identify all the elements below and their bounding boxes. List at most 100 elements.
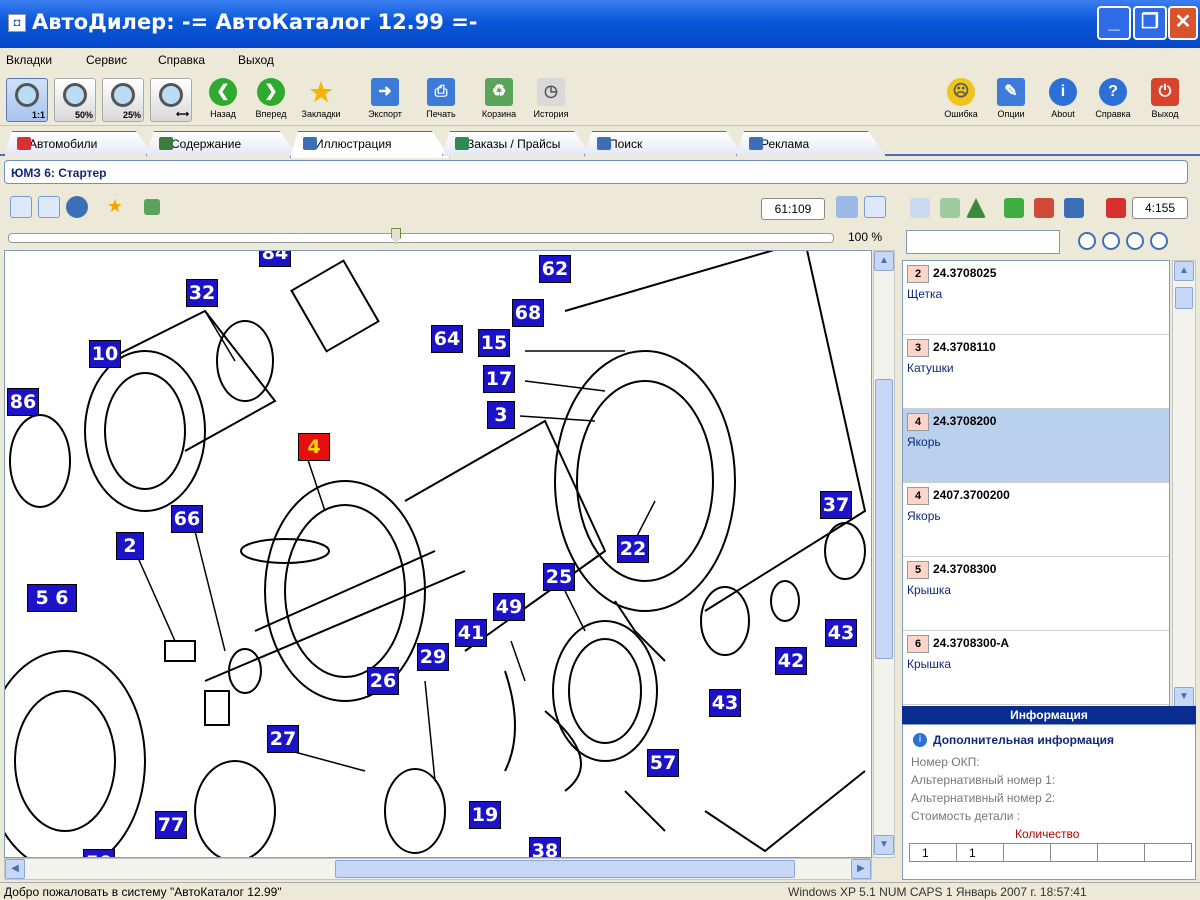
maximize-button[interactable]: ❐: [1133, 6, 1167, 40]
tab-cars[interactable]: Автомобили: [4, 131, 154, 156]
vertical-scroll-thumb[interactable]: [875, 379, 893, 659]
parts-list[interactable]: 2 24.3708025 Щетка 3 24.3708110 Катушки 4 24.…: [902, 260, 1170, 710]
illustration-canvas[interactable]: 84 32 10 86 4 66 2 5 6 62 68 64 15 17 3 …: [4, 250, 872, 858]
part-label[interactable]: 41: [455, 619, 487, 647]
refresh-tool-button[interactable]: [10, 196, 32, 218]
car-icon[interactable]: [1106, 198, 1126, 218]
menu-vkladki[interactable]: Вкладки: [6, 53, 52, 67]
part-label[interactable]: 86: [7, 388, 39, 416]
print-button[interactable]: ⎙ Печать: [418, 78, 464, 124]
up-arrow-icon[interactable]: [1004, 198, 1024, 218]
zoom-50-button[interactable]: 50%: [54, 78, 96, 122]
scroll-up-icon[interactable]: ▲: [874, 251, 894, 271]
tab-search[interactable]: Поиск: [584, 131, 744, 156]
scroll-up-icon[interactable]: ▲: [1174, 261, 1194, 281]
text-icon[interactable]: [966, 198, 986, 218]
exit-button[interactable]: ⏻ Выход: [1142, 78, 1188, 124]
menu-spravka[interactable]: Справка: [158, 53, 205, 67]
parts-search-input[interactable]: [906, 230, 1060, 254]
cart-button[interactable]: ♻ Корзина: [476, 78, 522, 124]
tab-ads[interactable]: Реклама: [736, 131, 886, 156]
canvas-horizontal-scrollbar[interactable]: ◀ ▶: [4, 858, 872, 880]
parts-list-scrollbar[interactable]: ▲ ▼: [1172, 260, 1196, 710]
photo-tool-button[interactable]: [144, 199, 160, 215]
scroll-left-icon[interactable]: ◀: [5, 859, 25, 879]
previous-record-icon[interactable]: [1102, 232, 1120, 250]
zoom-fit-button[interactable]: ⟷: [150, 78, 192, 122]
part-label[interactable]: 57: [647, 749, 679, 777]
list-item[interactable]: 2 24.3708025 Щетка: [903, 261, 1169, 335]
part-label[interactable]: 17: [483, 365, 515, 393]
delete-icon[interactable]: [1034, 198, 1054, 218]
quantity-cell[interactable]: [1144, 843, 1192, 862]
grid-tool-button[interactable]: [38, 196, 60, 218]
part-label[interactable]: 43: [825, 619, 857, 647]
last-record-icon[interactable]: [1150, 232, 1168, 250]
tab-contents[interactable]: Содержание: [146, 131, 298, 156]
history-button[interactable]: ◷ История: [528, 78, 574, 124]
scroll-down-icon[interactable]: ▼: [1174, 687, 1194, 707]
export-button[interactable]: ➜ Экспорт: [362, 78, 408, 124]
part-label[interactable]: 43: [709, 689, 741, 717]
copy-icon[interactable]: [910, 198, 930, 218]
part-label[interactable]: 68: [512, 299, 544, 327]
list-item[interactable]: 4 2407.3700200 Якорь: [903, 483, 1169, 557]
forward-button[interactable]: ❯ Вперед: [248, 78, 294, 124]
part-label[interactable]: 32: [186, 279, 218, 307]
part-label[interactable]: 29: [417, 643, 449, 671]
list-item[interactable]: 6 24.3708300-A Крышка: [903, 631, 1169, 705]
zoom-25-button[interactable]: 25%: [102, 78, 144, 122]
part-label[interactable]: 50: [83, 849, 115, 857]
part-label[interactable]: 22: [617, 535, 649, 563]
about-button[interactable]: i About: [1040, 78, 1086, 124]
scroll-down-icon[interactable]: ▼: [874, 835, 894, 855]
minimize-button[interactable]: _: [1097, 6, 1131, 40]
options-button[interactable]: ✎ Опции: [988, 78, 1034, 124]
bookmarks-button[interactable]: ★ Закладки: [298, 78, 344, 124]
part-label[interactable]: 3: [487, 401, 515, 429]
title-bar[interactable]: ◘ АвтоДилер: -= АвтоКаталог 12.99 =- _ ❐…: [0, 0, 1200, 48]
part-label[interactable]: 19: [469, 801, 501, 829]
zoom-slider[interactable]: [8, 233, 834, 243]
menu-vyhod[interactable]: Выход: [238, 53, 274, 67]
tab-illustration[interactable]: Иллюстрация: [290, 131, 450, 158]
part-label[interactable]: 37: [820, 491, 852, 519]
part-label[interactable]: 5 6: [27, 584, 77, 612]
horizontal-scroll-thumb[interactable]: [335, 860, 795, 878]
part-label[interactable]: 49: [493, 593, 525, 621]
layout-tool-button[interactable]: [836, 196, 858, 218]
list-scroll-thumb[interactable]: [1175, 287, 1193, 309]
panel-tool-button[interactable]: [864, 196, 886, 218]
part-label[interactable]: 64: [431, 325, 463, 353]
error-button[interactable]: ☹ Ошибка: [938, 78, 984, 124]
tab-orders[interactable]: Заказы / Прайсы: [442, 131, 592, 156]
cart-icon[interactable]: [940, 198, 960, 218]
canvas-vertical-scrollbar[interactable]: ▲ ▼: [873, 250, 895, 858]
quantity-cell[interactable]: 1: [909, 843, 957, 862]
back-button[interactable]: ❮ Назад: [200, 78, 246, 124]
next-record-icon[interactable]: [1126, 232, 1144, 250]
close-button[interactable]: ✕: [1168, 6, 1198, 40]
list-item[interactable]: 3 24.3708110 Катушки: [903, 335, 1169, 409]
quantity-cell[interactable]: [1050, 843, 1098, 862]
quantity-cell[interactable]: [1003, 843, 1051, 862]
part-label[interactable]: 26: [367, 667, 399, 695]
part-label[interactable]: 38: [529, 837, 561, 857]
part-label[interactable]: 42: [775, 647, 807, 675]
list-item[interactable]: 5 24.3708300 Крышка: [903, 557, 1169, 631]
menu-servis[interactable]: Сервис: [86, 53, 127, 67]
quantity-cell[interactable]: [1097, 843, 1145, 862]
star-tool-button[interactable]: ★: [104, 196, 126, 218]
view-tool-button[interactable]: [66, 196, 88, 218]
help-button[interactable]: ? Справка: [1090, 78, 1136, 124]
part-label[interactable]: 15: [478, 329, 510, 357]
scroll-right-icon[interactable]: ▶: [851, 859, 871, 879]
part-label[interactable]: 25: [543, 563, 575, 591]
list-item-selected[interactable]: 4 24.3708200 Якорь: [903, 409, 1169, 483]
part-label-selected[interactable]: 4: [298, 433, 330, 461]
part-label[interactable]: 2: [116, 532, 144, 560]
zoom-1-1-button[interactable]: 1:1: [6, 78, 48, 122]
first-record-icon[interactable]: [1078, 232, 1096, 250]
quantity-cell[interactable]: 1: [956, 843, 1004, 862]
edit-icon[interactable]: [1064, 198, 1084, 218]
